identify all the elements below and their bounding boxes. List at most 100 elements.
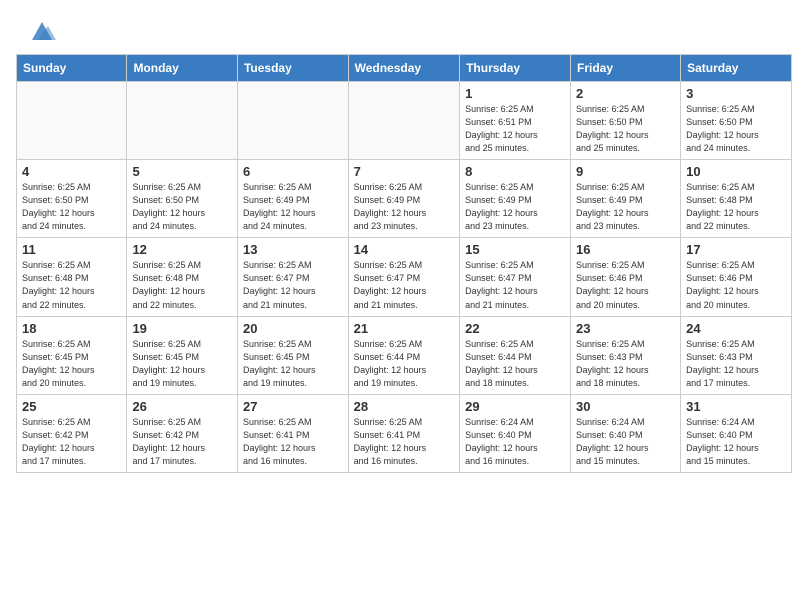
day-info: Sunrise: 6:25 AM Sunset: 6:44 PM Dayligh…: [465, 338, 565, 390]
day-number: 19: [132, 321, 232, 336]
day-info: Sunrise: 6:25 AM Sunset: 6:45 PM Dayligh…: [132, 338, 232, 390]
day-info: Sunrise: 6:24 AM Sunset: 6:40 PM Dayligh…: [465, 416, 565, 468]
day-cell: 4 Sunrise: 6:25 AM Sunset: 6:50 PM Daylig…: [17, 160, 127, 238]
day-number: 24: [686, 321, 786, 336]
day-number: 6: [243, 164, 343, 179]
day-info: Sunrise: 6:25 AM Sunset: 6:48 PM Dayligh…: [686, 181, 786, 233]
day-cell: 16Sunrise: 6:25 AM Sunset: 6:46 PM Dayli…: [571, 238, 681, 316]
day-number: 2: [576, 86, 675, 101]
day-cell: 26 Sunrise: 6:25 AM Sunset: 6:42 PM Dayli…: [127, 394, 238, 472]
week-row-3: 18 Sunrise: 6:25 AM Sunset: 6:45 PM Dayli…: [17, 316, 792, 394]
day-info: Sunrise: 6:25 AM Sunset: 6:41 PM Dayligh…: [354, 416, 454, 468]
day-cell: 6 Sunrise: 6:25 AM Sunset: 6:49 PM Daylig…: [237, 160, 348, 238]
day-info: Sunrise: 6:25 AM Sunset: 6:49 PM Dayligh…: [465, 181, 565, 233]
day-cell: 14 Sunrise: 6:25 AM Sunset: 6:47 PM Dayli…: [348, 238, 459, 316]
day-info: Sunrise: 6:25 AM Sunset: 6:44 PM Dayligh…: [354, 338, 454, 390]
day-info: Sunrise: 6:25 AM Sunset: 6:41 PM Dayligh…: [243, 416, 343, 468]
week-row-1: 4 Sunrise: 6:25 AM Sunset: 6:50 PM Daylig…: [17, 160, 792, 238]
day-cell: 27 Sunrise: 6:25 AM Sunset: 6:41 PM Dayli…: [237, 394, 348, 472]
day-info: Sunrise: 6:24 AM Sunset: 6:40 PM Dayligh…: [686, 416, 786, 468]
day-number: 31: [686, 399, 786, 414]
day-cell: 30 Sunrise: 6:24 AM Sunset: 6:40 PM Dayli…: [571, 394, 681, 472]
day-number: 15: [465, 242, 565, 257]
day-number: 12: [132, 242, 232, 257]
day-cell: [348, 82, 459, 160]
day-number: 18: [22, 321, 121, 336]
day-cell: 19 Sunrise: 6:25 AM Sunset: 6:45 PM Dayli…: [127, 316, 238, 394]
day-info: Sunrise: 6:25 AM Sunset: 6:45 PM Dayligh…: [243, 338, 343, 390]
day-info: Sunrise: 6:25 AM Sunset: 6:48 PM Dayligh…: [132, 259, 232, 311]
day-cell: 7 Sunrise: 6:25 AM Sunset: 6:49 PM Daylig…: [348, 160, 459, 238]
day-info: Sunrise: 6:25 AM Sunset: 6:47 PM Dayligh…: [354, 259, 454, 311]
day-info: Sunrise: 6:25 AM Sunset: 6:42 PM Dayligh…: [132, 416, 232, 468]
day-info: Sunrise: 6:25 AM Sunset: 6:48 PM Dayligh…: [22, 259, 121, 311]
day-number: 29: [465, 399, 565, 414]
day-cell: 12 Sunrise: 6:25 AM Sunset: 6:48 PM Dayli…: [127, 238, 238, 316]
day-info: Sunrise: 6:25 AM Sunset: 6:50 PM Dayligh…: [686, 103, 786, 155]
day-number: 11: [22, 242, 121, 257]
day-cell: 28Sunrise: 6:25 AM Sunset: 6:41 PM Dayli…: [348, 394, 459, 472]
day-cell: [127, 82, 238, 160]
day-number: 5: [132, 164, 232, 179]
day-cell: 1Sunrise: 6:25 AM Sunset: 6:51 PM Daylig…: [460, 82, 571, 160]
day-number: 30: [576, 399, 675, 414]
day-number: 23: [576, 321, 675, 336]
day-cell: 8 Sunrise: 6:25 AM Sunset: 6:49 PM Daylig…: [460, 160, 571, 238]
day-cell: 22 Sunrise: 6:25 AM Sunset: 6:44 PM Dayli…: [460, 316, 571, 394]
day-number: 20: [243, 321, 343, 336]
day-info: Sunrise: 6:25 AM Sunset: 6:43 PM Dayligh…: [686, 338, 786, 390]
calendar-table: SundayMondayTuesdayWednesdayThursdayFrid…: [16, 54, 792, 473]
day-info: Sunrise: 6:25 AM Sunset: 6:45 PM Dayligh…: [22, 338, 121, 390]
day-cell: 31 Sunrise: 6:24 AM Sunset: 6:40 PM Dayli…: [681, 394, 792, 472]
day-info: Sunrise: 6:24 AM Sunset: 6:40 PM Dayligh…: [576, 416, 675, 468]
day-number: 9: [576, 164, 675, 179]
day-cell: 11 Sunrise: 6:25 AM Sunset: 6:48 PM Dayli…: [17, 238, 127, 316]
day-info: Sunrise: 6:25 AM Sunset: 6:49 PM Dayligh…: [576, 181, 675, 233]
header-thursday: Thursday: [460, 55, 571, 82]
week-row-4: 25 Sunrise: 6:25 AM Sunset: 6:42 PM Dayli…: [17, 394, 792, 472]
day-info: Sunrise: 6:25 AM Sunset: 6:50 PM Dayligh…: [22, 181, 121, 233]
day-number: 27: [243, 399, 343, 414]
header-saturday: Saturday: [681, 55, 792, 82]
day-cell: [17, 82, 127, 160]
day-info: Sunrise: 6:25 AM Sunset: 6:42 PM Dayligh…: [22, 416, 121, 468]
header-sunday: Sunday: [17, 55, 127, 82]
day-number: 8: [465, 164, 565, 179]
calendar-header-row: SundayMondayTuesdayWednesdayThursdayFrid…: [17, 55, 792, 82]
day-number: 13: [243, 242, 343, 257]
day-info: Sunrise: 6:25 AM Sunset: 6:46 PM Dayligh…: [576, 259, 675, 311]
day-number: 21: [354, 321, 454, 336]
header-wednesday: Wednesday: [348, 55, 459, 82]
day-info: Sunrise: 6:25 AM Sunset: 6:47 PM Dayligh…: [243, 259, 343, 311]
day-cell: 5Sunrise: 6:25 AM Sunset: 6:50 PM Daylig…: [127, 160, 238, 238]
header-monday: Monday: [127, 55, 238, 82]
day-number: 7: [354, 164, 454, 179]
day-number: 4: [22, 164, 121, 179]
day-number: 14: [354, 242, 454, 257]
calendar-container: SundayMondayTuesdayWednesdayThursdayFrid…: [0, 54, 792, 481]
week-row-2: 11 Sunrise: 6:25 AM Sunset: 6:48 PM Dayli…: [17, 238, 792, 316]
header-friday: Friday: [571, 55, 681, 82]
day-cell: 17Sunrise: 6:25 AM Sunset: 6:46 PM Dayli…: [681, 238, 792, 316]
day-cell: 15Sunrise: 6:25 AM Sunset: 6:47 PM Dayli…: [460, 238, 571, 316]
logo-icon: [28, 18, 56, 46]
day-number: 22: [465, 321, 565, 336]
day-info: Sunrise: 6:25 AM Sunset: 6:43 PM Dayligh…: [576, 338, 675, 390]
day-cell: 20 Sunrise: 6:25 AM Sunset: 6:45 PM Dayli…: [237, 316, 348, 394]
day-cell: [237, 82, 348, 160]
page-header: [0, 0, 792, 54]
day-cell: 18 Sunrise: 6:25 AM Sunset: 6:45 PM Dayli…: [17, 316, 127, 394]
day-number: 3: [686, 86, 786, 101]
day-info: Sunrise: 6:25 AM Sunset: 6:49 PM Dayligh…: [243, 181, 343, 233]
day-number: 26: [132, 399, 232, 414]
day-number: 25: [22, 399, 121, 414]
day-cell: 13 Sunrise: 6:25 AM Sunset: 6:47 PM Dayli…: [237, 238, 348, 316]
day-info: Sunrise: 6:25 AM Sunset: 6:49 PM Dayligh…: [354, 181, 454, 233]
header-tuesday: Tuesday: [237, 55, 348, 82]
day-cell: 10Sunrise: 6:25 AM Sunset: 6:48 PM Dayli…: [681, 160, 792, 238]
day-number: 1: [465, 86, 565, 101]
day-cell: 2Sunrise: 6:25 AM Sunset: 6:50 PM Daylig…: [571, 82, 681, 160]
day-info: Sunrise: 6:25 AM Sunset: 6:46 PM Dayligh…: [686, 259, 786, 311]
day-cell: 9 Sunrise: 6:25 AM Sunset: 6:49 PM Daylig…: [571, 160, 681, 238]
day-cell: 25 Sunrise: 6:25 AM Sunset: 6:42 PM Dayli…: [17, 394, 127, 472]
